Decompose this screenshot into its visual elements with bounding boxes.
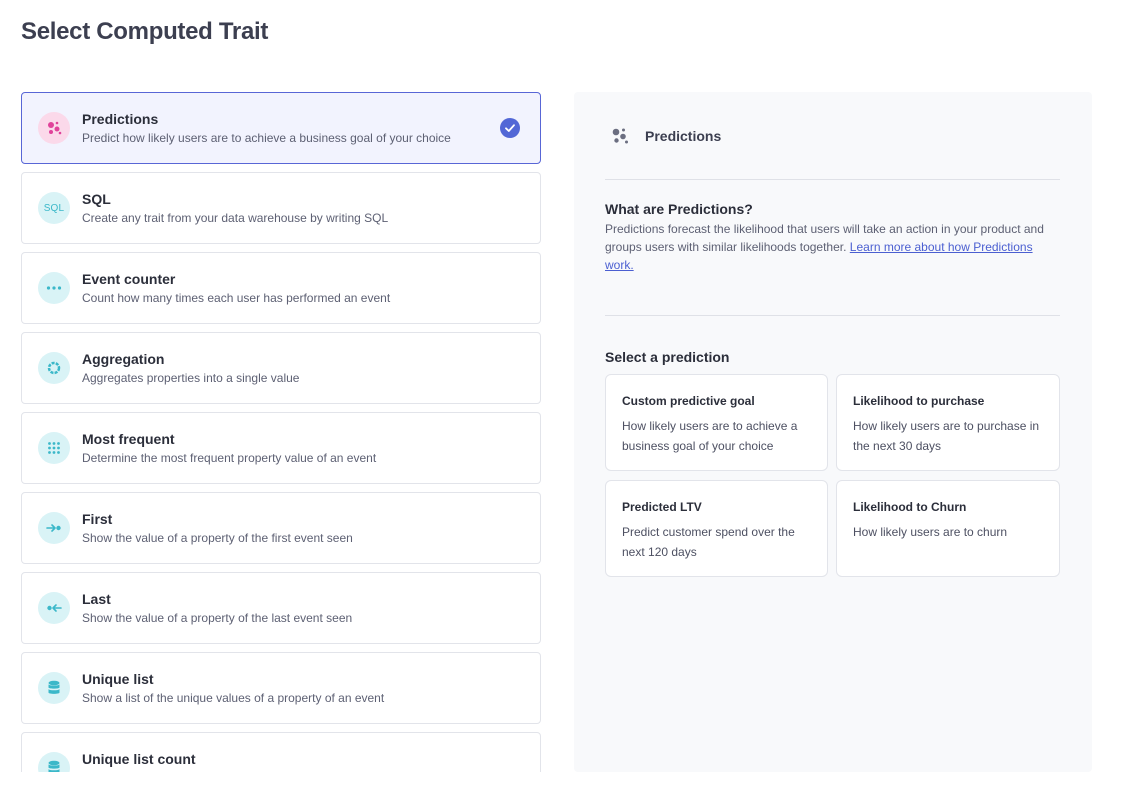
dots-icon	[38, 272, 70, 304]
trait-description: Show a list of the unique values of a pr…	[82, 691, 385, 705]
check-circle-icon	[500, 118, 520, 138]
trait-description: Show the value of a property of the last…	[82, 611, 353, 625]
trait-card-predictions[interactable]: Predictions Predict how likely users are…	[21, 92, 541, 164]
panel-title: Predictions	[645, 128, 722, 144]
prediction-card-custom-goal[interactable]: Custom predictive goal How likely users …	[605, 374, 828, 471]
grid-icon	[38, 432, 70, 464]
sql-icon: SQL	[38, 192, 70, 224]
what-title: What are Predictions?	[605, 201, 753, 217]
database-icon	[38, 672, 70, 704]
prediction-card-likelihood-to-churn[interactable]: Likelihood to Churn How likely users are…	[836, 480, 1060, 577]
divider	[605, 179, 1060, 180]
trait-description: Count how many times each user has perfo…	[82, 291, 391, 305]
database-icon	[38, 752, 70, 772]
trait-card-unique-list-count[interactable]: Unique list count	[21, 732, 541, 772]
trait-card-unique-list[interactable]: Unique list Show a list of the unique va…	[21, 652, 541, 724]
prediction-description: How likely users are to purchase in the …	[853, 419, 1040, 453]
sql-icon-text: SQL	[43, 202, 65, 214]
prediction-title: Predicted LTV	[622, 500, 702, 514]
trait-description: Aggregates properties into a single valu…	[82, 371, 300, 385]
trait-title: Last	[82, 591, 111, 607]
trait-title: Aggregation	[82, 351, 165, 367]
gear-icon	[38, 352, 70, 384]
trait-description: Determine the most frequent property val…	[82, 451, 377, 465]
trait-title: Unique list count	[82, 751, 196, 767]
prediction-description: How likely users are to churn	[853, 525, 1008, 539]
prediction-description: Predict customer spend over the next 120…	[622, 525, 795, 559]
trait-card-aggregation[interactable]: Aggregation Aggregates properties into a…	[21, 332, 541, 404]
trait-description: Create any trait from your data warehous…	[82, 211, 389, 225]
trait-title: Unique list	[82, 671, 154, 687]
prediction-title: Likelihood to Churn	[853, 500, 967, 514]
trait-title: First	[82, 511, 113, 527]
prediction-title: Likelihood to purchase	[853, 394, 985, 408]
trait-description: Show the value of a property of the firs…	[82, 531, 353, 545]
trait-title: Most frequent	[82, 431, 175, 447]
prediction-title: Custom predictive goal	[622, 394, 755, 408]
trait-title: SQL	[82, 191, 111, 207]
predictions-icon	[610, 126, 630, 146]
detail-panel: Predictions What are Predictions? Predic…	[574, 92, 1092, 772]
select-prediction-title: Select a prediction	[605, 349, 730, 365]
trait-description: Predict how likely users are to achieve …	[82, 131, 451, 145]
trait-card-sql[interactable]: SQL SQL Create any trait from your data …	[21, 172, 541, 244]
page-title: Select Computed Trait	[21, 18, 269, 45]
what-body: Predictions forecast the likelihood that…	[605, 220, 1045, 274]
trait-title: Predictions	[82, 111, 159, 127]
predictions-icon	[38, 112, 70, 144]
arrow-right-icon	[38, 512, 70, 544]
trait-card-most-frequent[interactable]: Most frequent Determine the most frequen…	[21, 412, 541, 484]
prediction-description: How likely users are to achieve a busine…	[622, 419, 798, 453]
trait-card-first[interactable]: First Show the value of a property of th…	[21, 492, 541, 564]
trait-card-last[interactable]: Last Show the value of a property of the…	[21, 572, 541, 644]
trait-list: Predictions Predict how likely users are…	[21, 92, 541, 772]
divider	[605, 315, 1060, 316]
trait-card-event-counter[interactable]: Event counter Count how many times each …	[21, 252, 541, 324]
arrow-left-icon	[38, 592, 70, 624]
prediction-card-predicted-ltv[interactable]: Predicted LTV Predict customer spend ove…	[605, 480, 828, 577]
prediction-card-likelihood-to-purchase[interactable]: Likelihood to purchase How likely users …	[836, 374, 1060, 471]
trait-title: Event counter	[82, 271, 176, 287]
